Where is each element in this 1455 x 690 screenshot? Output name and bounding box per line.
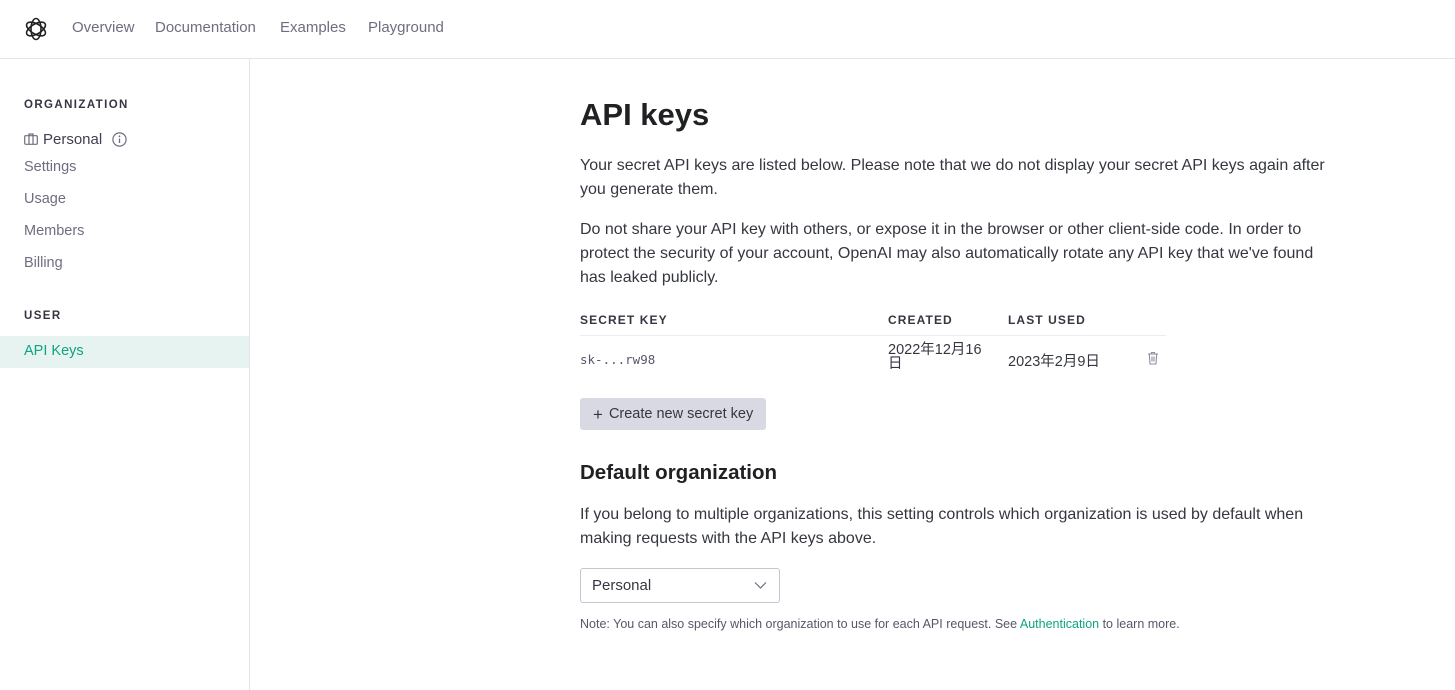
create-button-label: Create new secret key	[608, 406, 754, 422]
note-prefix: Note: You can also specify which organiz…	[580, 617, 1020, 631]
default-org-select[interactable]: Personal	[580, 568, 780, 603]
created-date-line-1: 2022年12月16	[888, 342, 982, 358]
org-switcher[interactable]: Personal	[24, 128, 127, 150]
note-text: Note: You can also specify which organiz…	[580, 617, 1180, 631]
created-date-line-2: 日	[888, 356, 903, 372]
briefcase-icon	[24, 133, 38, 145]
created-value: 2022年12月16 日	[888, 342, 982, 372]
header-last-used: LAST USED	[1008, 313, 1086, 327]
header-created: CREATED	[888, 313, 953, 327]
select-value: Personal	[592, 577, 652, 594]
intro-paragraph: Your secret API keys are listed below. P…	[580, 157, 1325, 198]
top-navbar: Overview Documentation Examples Playgrou…	[0, 0, 1455, 59]
trash-icon[interactable]	[1147, 351, 1159, 365]
last-used-value: 2023年2月9日	[1008, 354, 1100, 370]
header-secret-key: SECRET KEY	[580, 313, 668, 327]
sidebar-item-api-keys[interactable]: API Keys	[0, 336, 249, 368]
create-secret-key-button[interactable]: + Create new secret key	[580, 398, 766, 430]
org-name: Personal	[43, 130, 103, 148]
nav-examples[interactable]: Examples	[280, 19, 346, 36]
sidebar-item-label: API Keys	[24, 343, 84, 359]
sidebar-item-billing[interactable]: Billing	[24, 255, 63, 271]
organization-section-title: ORGANIZATION	[24, 99, 129, 111]
nav-documentation[interactable]: Documentation	[155, 19, 256, 36]
page-title: API keys	[580, 97, 710, 132]
info-icon[interactable]	[112, 131, 127, 147]
chevron-down-icon	[754, 582, 767, 589]
sidebar: ORGANIZATION Personal Settings Usage Mem…	[0, 59, 250, 690]
security-paragraph: Do not share your API key with others, o…	[580, 221, 1314, 286]
authentication-link[interactable]: Authentication	[1020, 617, 1099, 631]
default-org-title: Default organization	[580, 461, 778, 484]
user-section-title: USER	[24, 310, 62, 322]
openai-logo-icon[interactable]	[22, 15, 50, 43]
plus-icon: +	[593, 404, 603, 424]
secret-key-value: sk-...rw98	[580, 352, 656, 367]
nav-overview[interactable]: Overview	[72, 19, 135, 36]
default-org-description: If you belong to multiple organizations,…	[580, 506, 1304, 547]
table-divider	[580, 335, 1166, 336]
nav-playground[interactable]: Playground	[368, 19, 444, 36]
sidebar-item-members[interactable]: Members	[24, 223, 84, 239]
sidebar-item-usage[interactable]: Usage	[24, 191, 66, 207]
note-suffix: to learn more.	[1099, 617, 1180, 631]
sidebar-item-settings[interactable]: Settings	[24, 159, 76, 175]
